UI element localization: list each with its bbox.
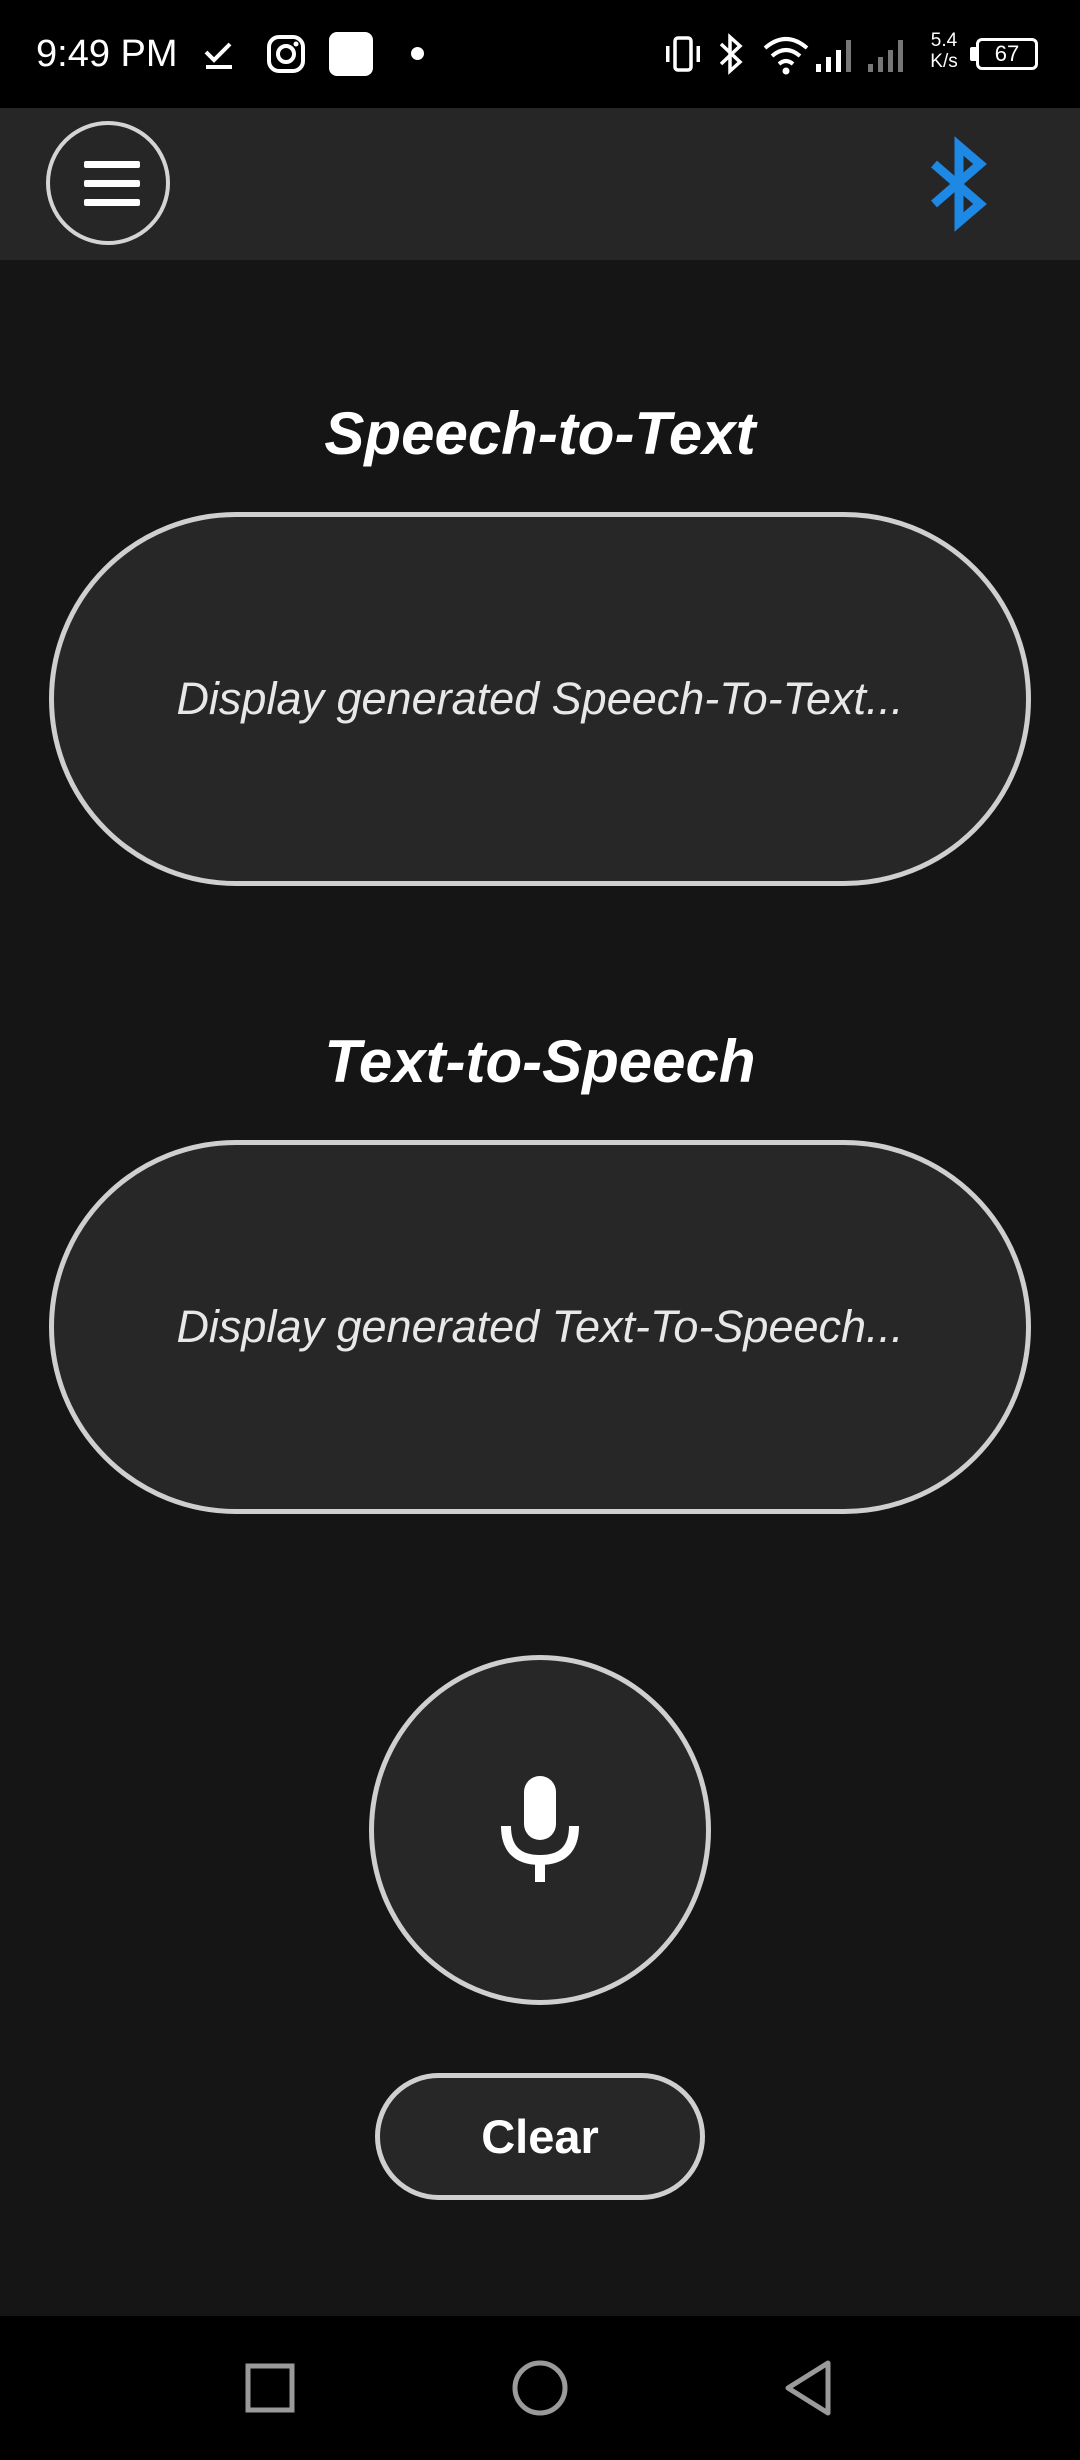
bluetooth-icon [931, 136, 987, 232]
microphone-icon [501, 1776, 579, 1882]
microphone-button[interactable] [369, 1655, 711, 2005]
net-speed-unit: K/s [930, 51, 958, 72]
signal-2-icon [868, 40, 903, 72]
clear-button[interactable]: Clear [375, 2073, 705, 2200]
status-bar: 9:49 PM 5.4 K/s 67 [0, 0, 1080, 108]
net-speed: 5.4 K/s [928, 30, 960, 72]
vibrate-icon [666, 36, 700, 72]
navigation-bar [0, 2316, 1080, 2460]
notification-dot-icon [411, 47, 424, 60]
circle-home-icon[interactable] [498, 2346, 582, 2430]
net-speed-value: 5.4 [930, 30, 958, 51]
bluetooth-button[interactable] [916, 134, 1002, 234]
menu-button[interactable] [46, 121, 170, 245]
battery-level: 67 [994, 41, 1020, 66]
triangle-back-icon[interactable] [768, 2346, 852, 2430]
bluetooth-status-icon [719, 33, 743, 75]
text-to-speech-display: Display generated Text-To-Speech... [49, 1140, 1031, 1514]
signal-icon [816, 40, 851, 72]
speech-to-text-display: Display generated Speech-To-Text... [49, 512, 1031, 886]
text-to-speech-title: Text-to-Speech [324, 1028, 756, 1095]
app-square-icon [329, 32, 373, 76]
text-to-speech-output: Display generated Text-To-Speech... [176, 1301, 904, 1352]
square-recents-icon[interactable] [228, 2346, 312, 2430]
app-bar [0, 108, 1080, 260]
battery-icon: 67 [976, 38, 1038, 70]
instagram-icon [267, 35, 305, 73]
speech-to-text-title: Speech-to-Text [324, 400, 756, 467]
app-screen: 9:49 PM 5.4 K/s 67 Speech-to-Text Displa… [0, 0, 1080, 2460]
wifi-icon [763, 37, 809, 75]
speech-to-text-output: Display generated Speech-To-Text... [176, 673, 904, 724]
status-time: 9:49 PM [36, 33, 178, 75]
check-download-icon [204, 42, 232, 69]
